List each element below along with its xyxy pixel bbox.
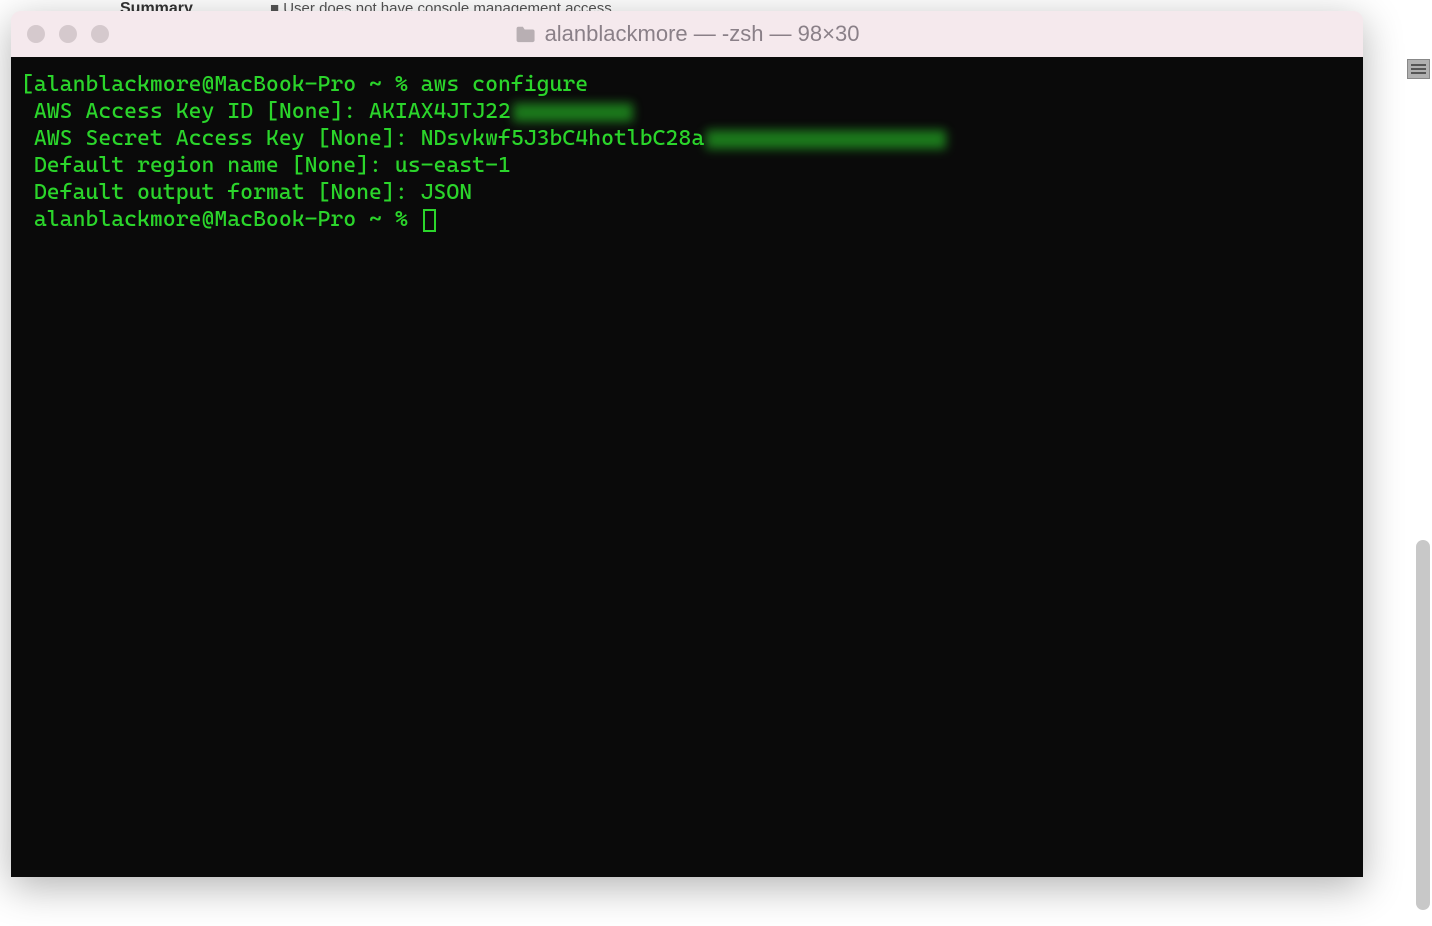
terminal-line-5: Default output format [None]: JSON xyxy=(21,179,1353,206)
secret-key-value: NDsvkwf5J3bC4hotlbC28a xyxy=(421,126,705,151)
minimize-button[interactable] xyxy=(59,25,77,43)
folder-icon xyxy=(515,25,537,43)
region-label: Default region name [None]: xyxy=(34,153,395,178)
close-button[interactable] xyxy=(27,25,45,43)
redacted-access-key xyxy=(513,103,633,122)
terminal-line-3: AWS Secret Access Key [None]: NDsvkwf5J3… xyxy=(21,125,1353,152)
terminal-line-2: AWS Access Key ID [None]: AKIAX4JTJ22 xyxy=(21,98,1353,125)
scrollbar-thumb[interactable] xyxy=(1416,540,1430,910)
command-aws-configure: aws configure xyxy=(421,72,589,97)
terminal-body[interactable]: [alanblackmore@MacBook-Pro ~ % aws confi… xyxy=(11,57,1363,877)
open-bracket: [ xyxy=(21,72,34,97)
terminal-window[interactable]: alanblackmore — -zsh — 98×30 [alanblackm… xyxy=(11,11,1363,877)
access-key-label: AWS Access Key ID [None]: xyxy=(34,99,369,124)
cursor-icon xyxy=(423,209,436,232)
redacted-secret-key xyxy=(706,130,946,149)
window-title: alanblackmore — -zsh — 98×30 xyxy=(545,21,860,47)
page-scrollbar[interactable] xyxy=(1416,64,1432,904)
access-key-value: AKIAX4JTJ22 xyxy=(369,99,511,124)
prompt-1: alanblackmore@MacBook-Pro ~ % xyxy=(34,72,421,97)
traffic-lights xyxy=(27,25,109,43)
terminal-line-6: alanblackmore@MacBook-Pro ~ % xyxy=(21,206,1353,233)
prompt-2: alanblackmore@MacBook-Pro ~ % xyxy=(34,207,421,232)
secret-key-label: AWS Secret Access Key [None]: xyxy=(34,126,421,151)
window-title-area: alanblackmore — -zsh — 98×30 xyxy=(515,21,860,47)
region-value: us-east-1 xyxy=(395,153,511,178)
maximize-button[interactable] xyxy=(91,25,109,43)
terminal-line-1: [alanblackmore@MacBook-Pro ~ % aws confi… xyxy=(21,71,1353,98)
output-format-value: JSON xyxy=(421,180,473,205)
title-bar[interactable]: alanblackmore — -zsh — 98×30 xyxy=(11,11,1363,57)
terminal-line-4: Default region name [None]: us-east-1 xyxy=(21,152,1353,179)
output-format-label: Default output format [None]: xyxy=(34,180,421,205)
